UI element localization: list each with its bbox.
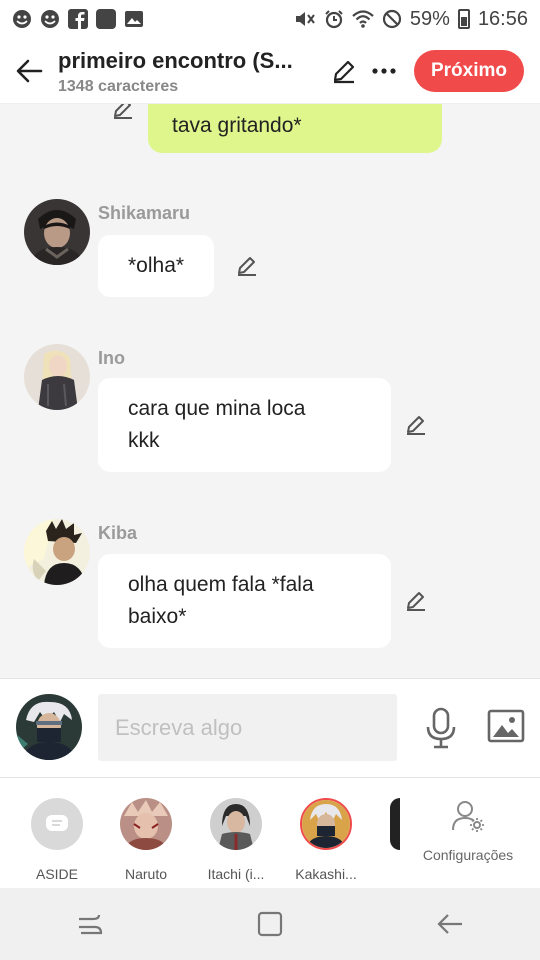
microphone-icon (426, 707, 456, 749)
kiba-avatar-image (24, 519, 90, 585)
back-arrow-icon (437, 914, 462, 934)
character-label: ASIDE (35, 866, 78, 882)
wifi-icon (352, 10, 374, 28)
settings-button[interactable]: Configurações (418, 800, 518, 863)
character-label: Naruto (124, 866, 168, 882)
system-tray: 59% 16:56 (294, 8, 528, 31)
smiley-icon (41, 10, 59, 28)
message-composer (0, 678, 540, 778)
message-input[interactable] (98, 694, 397, 761)
back-button[interactable] (0, 38, 58, 104)
more-options-button[interactable] (364, 51, 404, 91)
image-icon (487, 709, 525, 743)
microphone-button[interactable] (424, 707, 458, 754)
character-aside[interactable]: ASIDE (17, 798, 97, 882)
pencil-icon (238, 257, 256, 276)
mute-icon (295, 12, 315, 26)
message-bubble[interactable]: olha quem fala *fala baixo* (98, 554, 391, 648)
aside-chat-icon (31, 798, 83, 850)
image-icon (125, 11, 143, 27)
message-bubble[interactable]: cara que mina loca kkk (98, 378, 391, 472)
self-message-edit-button[interactable] (112, 104, 134, 125)
avatar[interactable] (24, 344, 90, 410)
sender-name: Shikamaru (98, 203, 191, 223)
facebook-icon (68, 9, 88, 29)
character-label: Itachi (i... (207, 866, 265, 882)
edit-message-button[interactable] (405, 590, 427, 617)
status-bar: 59% 16:56 (0, 0, 540, 38)
character-kakashi[interactable]: Kakashi... (286, 798, 366, 882)
next-button[interactable]: Próximo (413, 49, 524, 92)
dnd-icon (382, 9, 402, 29)
shikamaru-avatar-image (24, 199, 90, 265)
pencil-icon (333, 60, 355, 83)
sender-name: Kiba (98, 523, 138, 543)
settings-label: Configurações (422, 847, 514, 863)
chat-area[interactable]: tava gritando* Shikamaru *olha* Ino cara… (0, 104, 540, 679)
avatar[interactable] (24, 199, 90, 265)
system-nav-bar (0, 888, 540, 960)
self-message-bubble[interactable]: tava gritando* (148, 104, 442, 153)
pencil-icon (114, 104, 132, 119)
pencil-icon (407, 416, 425, 435)
current-character-avatar[interactable] (16, 694, 82, 760)
square-icon (96, 9, 116, 29)
edit-message-button[interactable] (405, 414, 427, 441)
alarm-icon (325, 10, 343, 29)
pencil-icon (407, 592, 425, 611)
smiley-icon (13, 10, 31, 28)
kakashi-avatar (300, 798, 352, 850)
home-icon (257, 911, 283, 937)
back-arrow-icon (16, 59, 43, 82)
clock: 16:56 (477, 7, 528, 30)
sender-name: Ino (98, 348, 125, 368)
battery-percent: 59% (409, 7, 450, 30)
partial-character-avatar[interactable] (390, 798, 400, 850)
edit-message-button[interactable] (236, 255, 258, 282)
avatar[interactable] (24, 519, 90, 585)
naruto-avatar (120, 798, 172, 850)
home-button[interactable] (240, 894, 300, 954)
system-back-button[interactable] (420, 894, 480, 954)
page-title: primeiro encontro (S... (58, 47, 293, 73)
notification-icons (12, 9, 144, 29)
kakashi-avatar-image (16, 694, 82, 760)
ino-avatar-image (24, 344, 90, 410)
message-bubble[interactable]: *olha* (98, 235, 215, 297)
recents-icon (79, 914, 103, 935)
title-block: primeiro encontro (S... 1348 caracteres (58, 46, 324, 96)
itachi-avatar (210, 798, 262, 850)
character-selector: ASIDE Naruto Itachi (i... Kakashi... Con… (0, 778, 540, 888)
battery-icon (457, 9, 470, 29)
character-itachi[interactable]: Itachi (i... (196, 798, 276, 882)
image-upload-button[interactable] (487, 709, 525, 748)
character-label: Kakashi... (295, 866, 357, 882)
edit-title-button[interactable] (324, 51, 364, 91)
app-header: primeiro encontro (S... 1348 caracteres … (0, 38, 540, 104)
character-naruto[interactable]: Naruto (106, 798, 186, 882)
recents-button[interactable] (60, 894, 120, 954)
more-dots-icon (372, 67, 396, 74)
character-count: 1348 caracteres (58, 77, 179, 95)
user-settings-icon (452, 801, 484, 832)
